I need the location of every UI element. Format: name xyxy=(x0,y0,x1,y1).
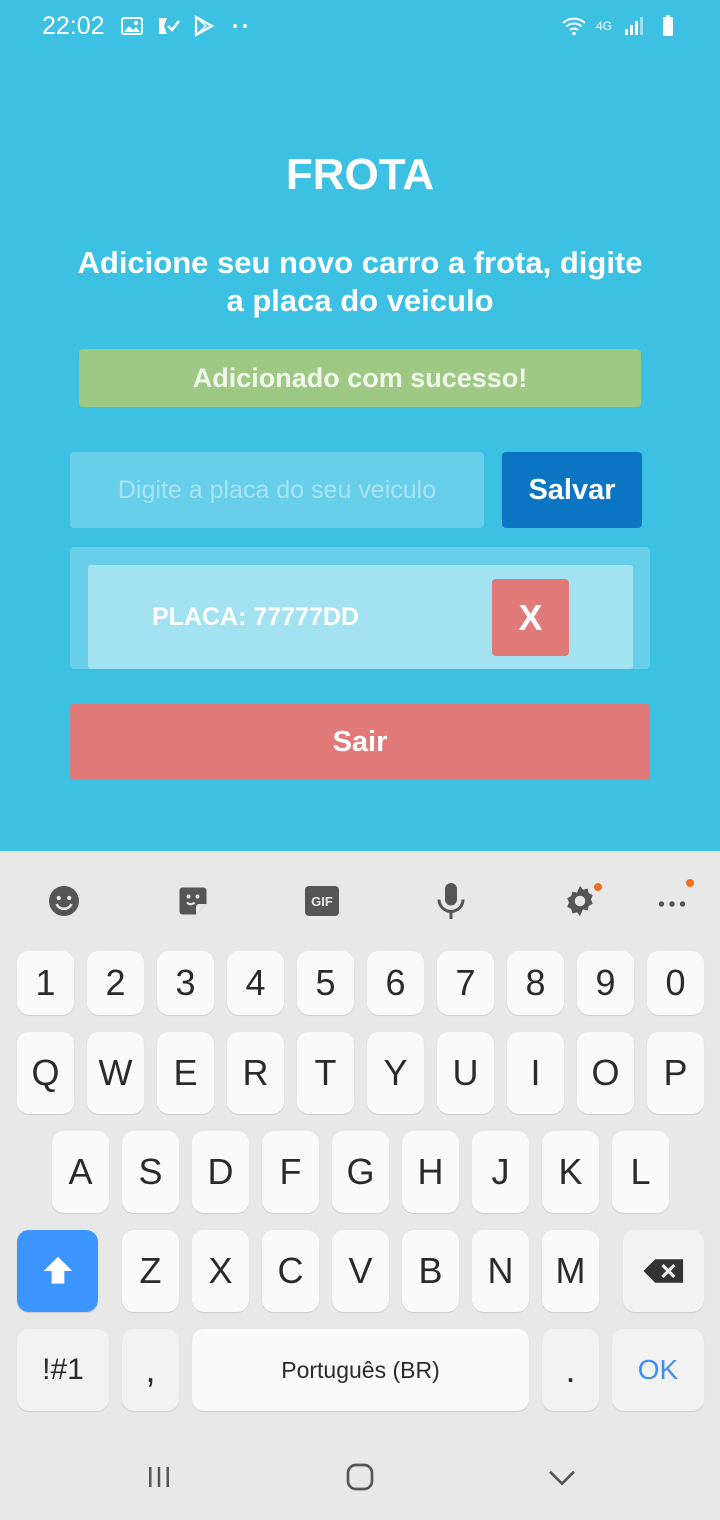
key-9[interactable]: 9 xyxy=(577,951,634,1015)
status-bar: 22:02 4G xyxy=(0,0,720,56)
key-f[interactable]: F xyxy=(262,1131,319,1213)
key-y[interactable]: Y xyxy=(367,1032,424,1114)
key-w[interactable]: W xyxy=(87,1032,144,1114)
microphone-icon[interactable] xyxy=(431,879,471,923)
key-u[interactable]: U xyxy=(437,1032,494,1114)
key-8[interactable]: 8 xyxy=(507,951,564,1015)
key-c[interactable]: C xyxy=(262,1230,319,1312)
key-1[interactable]: 1 xyxy=(17,951,74,1015)
exit-button[interactable]: Sair xyxy=(70,704,650,780)
period-key[interactable]: . xyxy=(542,1329,599,1411)
vehicle-list: PLACA: 77777DD X xyxy=(70,547,650,669)
backspace-key[interactable] xyxy=(623,1230,704,1312)
gif-icon[interactable]: GIF xyxy=(302,879,342,923)
key-b[interactable]: B xyxy=(402,1230,459,1312)
more-dots-icon xyxy=(233,24,247,28)
key-l[interactable]: L xyxy=(612,1131,669,1213)
check-flag-icon xyxy=(159,18,180,34)
signal-icon xyxy=(625,17,643,35)
key-0[interactable]: 0 xyxy=(647,951,704,1015)
key-x[interactable]: X xyxy=(192,1230,249,1312)
space-key[interactable]: Português (BR) xyxy=(192,1329,529,1411)
sticker-icon[interactable] xyxy=(173,879,213,923)
keyboard: GIF 1 2 3 4 5 6 7 8 9 0 Q W E R T Y U I … xyxy=(0,851,720,1431)
gif-label: GIF xyxy=(305,886,339,916)
shift-arrow-icon xyxy=(43,1256,72,1284)
home-icon[interactable] xyxy=(340,1457,380,1497)
save-button[interactable]: Salvar xyxy=(502,452,642,528)
key-g[interactable]: G xyxy=(332,1131,389,1213)
key-d[interactable]: D xyxy=(192,1131,249,1213)
key-n[interactable]: N xyxy=(472,1230,529,1312)
key-r[interactable]: R xyxy=(227,1032,284,1114)
key-j[interactable]: J xyxy=(472,1131,529,1213)
key-e[interactable]: E xyxy=(157,1032,214,1114)
4g-icon: 4G xyxy=(595,19,612,33)
page-subtitle: Adicione seu novo carro a frota, digite … xyxy=(77,245,643,318)
emoji-icon[interactable] xyxy=(44,879,84,923)
success-banner: Adicionado com sucesso! xyxy=(79,349,641,407)
list-item: PLACA: 77777DD X xyxy=(88,565,633,669)
page-title: FROTA xyxy=(285,150,435,199)
key-4[interactable]: 4 xyxy=(227,951,284,1015)
status-time: 22:02 xyxy=(42,12,105,40)
key-z[interactable]: Z xyxy=(122,1230,179,1312)
key-s[interactable]: S xyxy=(122,1131,179,1213)
key-h[interactable]: H xyxy=(402,1131,459,1213)
key-p[interactable]: P xyxy=(647,1032,704,1114)
key-k[interactable]: K xyxy=(542,1131,599,1213)
key-5[interactable]: 5 xyxy=(297,951,354,1015)
wifi-icon xyxy=(562,17,586,36)
key-3[interactable]: 3 xyxy=(157,951,214,1015)
key-v[interactable]: V xyxy=(332,1230,389,1312)
back-icon[interactable] xyxy=(542,1457,582,1497)
key-o[interactable]: O xyxy=(577,1032,634,1114)
key-a[interactable]: A xyxy=(52,1131,109,1213)
navigation-bar xyxy=(0,1431,720,1520)
key-7[interactable]: 7 xyxy=(437,951,494,1015)
shift-key[interactable] xyxy=(17,1230,98,1312)
key-m[interactable]: M xyxy=(542,1230,599,1312)
key-6[interactable]: 6 xyxy=(367,951,424,1015)
vehicle-plate-label: PLACA: 77777DD xyxy=(152,603,360,631)
key-q[interactable]: Q xyxy=(17,1032,74,1114)
backspace-icon xyxy=(642,1259,683,1283)
plate-input[interactable] xyxy=(70,452,484,528)
symbols-key[interactable]: !#1 xyxy=(17,1329,109,1411)
settings-notification-dot xyxy=(594,883,602,891)
key-2[interactable]: 2 xyxy=(87,951,144,1015)
ok-key[interactable]: OK xyxy=(612,1329,704,1411)
play-store-icon xyxy=(194,15,215,37)
settings-icon[interactable] xyxy=(560,879,602,923)
system-icons: 4G xyxy=(562,14,680,38)
key-t[interactable]: T xyxy=(297,1032,354,1114)
image-icon xyxy=(121,17,143,35)
battery-icon xyxy=(663,15,673,36)
delete-vehicle-button[interactable]: X xyxy=(492,579,569,656)
notification-icons xyxy=(120,14,252,38)
more-icon[interactable] xyxy=(652,879,694,923)
key-i[interactable]: I xyxy=(507,1032,564,1114)
more-notification-dot xyxy=(686,879,694,887)
recent-apps-icon[interactable] xyxy=(139,1457,179,1497)
keyboard-toolbar: GIF xyxy=(0,851,720,951)
comma-key[interactable]: , xyxy=(122,1329,179,1411)
